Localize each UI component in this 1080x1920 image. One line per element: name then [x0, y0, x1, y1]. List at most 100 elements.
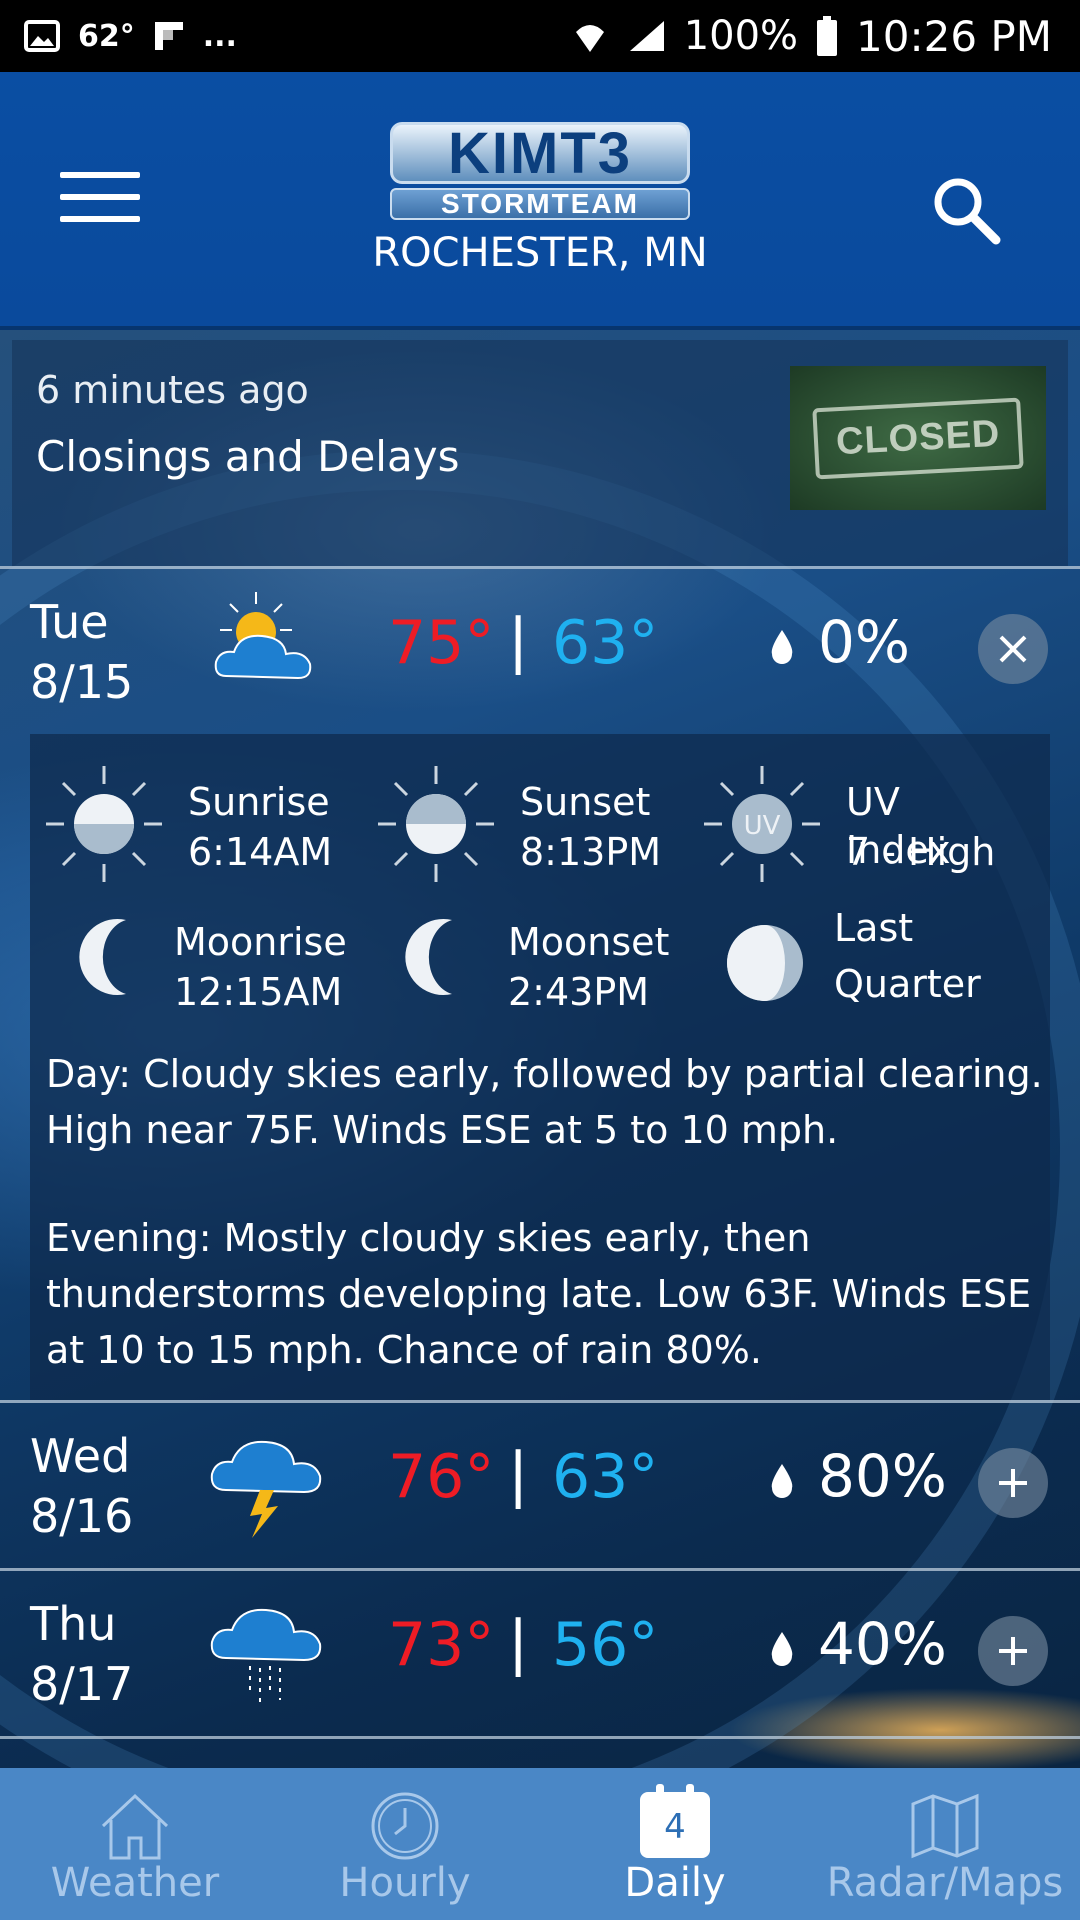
rain-cloud-icon: [210, 1608, 322, 1704]
news-title: Closings and Delays: [36, 432, 460, 481]
day-date: 8/15: [30, 655, 134, 709]
nav-radar-label: Radar/Maps: [826, 1860, 1064, 1906]
temp-high: 73°: [388, 1610, 495, 1680]
day-details-panel: Sunrise 6:14AM Sunset 8:13PM UV UV Index…: [30, 734, 1050, 1400]
expand-button[interactable]: [978, 1448, 1048, 1518]
nav-weather-label: Weather: [50, 1860, 220, 1906]
menu-button[interactable]: [60, 172, 140, 232]
sunrise-value: 6:14AM: [188, 830, 333, 874]
close-icon: [999, 635, 1027, 663]
day-date: 8/16: [30, 1489, 134, 1543]
temp-high: 76°: [388, 1442, 495, 1512]
moon-phase-value: Quarter: [834, 962, 981, 1006]
closed-stamp: CLOSED: [812, 397, 1024, 479]
evening-forecast-text: Evening: Mostly cloudy skies early, then…: [46, 1216, 1032, 1372]
plus-icon: [999, 1469, 1027, 1497]
sunrise-label: Sunrise: [188, 780, 330, 824]
map-icon: [911, 1793, 979, 1859]
menu-icon-bar: [60, 216, 140, 222]
status-temperature: 62°: [78, 18, 135, 54]
raindrop-icon: [771, 1632, 793, 1666]
house-icon: [101, 1793, 169, 1860]
temp-low: 63°: [552, 608, 659, 678]
moonset-icon: [405, 919, 452, 995]
sunset-item: Sunset 8:13PM: [376, 764, 676, 882]
battery-icon: [817, 16, 838, 56]
battery-percent: 100%: [683, 13, 799, 59]
nav-hourly[interactable]: Hourly: [270, 1768, 540, 1920]
logo-sub: STORMTEAM: [390, 188, 690, 220]
sunset-label: Sunset: [520, 780, 651, 824]
status-left: 62° ...: [24, 19, 237, 54]
search-icon: [934, 178, 1001, 245]
raindrop-icon: [771, 1464, 793, 1498]
status-time: 10:26 PM: [856, 11, 1052, 61]
last-quarter-moon-icon: [727, 925, 803, 1001]
calendar-icon: 4: [640, 1784, 710, 1858]
news-thumbnail: CLOSED: [790, 366, 1046, 510]
day-name: Wed: [30, 1429, 131, 1483]
partly-sunny-icon: [214, 592, 312, 680]
day-name: Tue: [30, 595, 109, 649]
menu-icon: [60, 172, 140, 178]
precip-chance: 40%: [818, 1610, 947, 1678]
nav-weather[interactable]: Weather: [0, 1768, 270, 1920]
flipboard-icon: [154, 22, 183, 50]
precip-chance: 80%: [818, 1442, 947, 1510]
day-name: Thu: [30, 1597, 117, 1651]
temp-separator: |: [508, 1608, 529, 1678]
raindrop-icon: [771, 630, 793, 664]
moonrise-icon: [79, 919, 126, 995]
nav-daily-label: Daily: [624, 1860, 726, 1906]
wifi-icon: [575, 25, 604, 52]
status-bar: 62° ... 100% 10:26 PM: [0, 0, 1080, 72]
moon-phase-label: Last: [834, 906, 914, 950]
bottom-nav: Weather Hourly 4 Daily Radar/Maps: [0, 1768, 1080, 1920]
moonrise-label: Moonrise: [174, 920, 347, 964]
status-more: ...: [202, 18, 237, 54]
app-header: KIMT3 STORMTEAM ROCHESTER, MN: [0, 72, 1080, 330]
image-icon: [24, 20, 60, 52]
nav-radar[interactable]: Radar/Maps: [810, 1768, 1080, 1920]
location-label: ROCHESTER, MN: [372, 230, 708, 276]
temp-low: 63°: [552, 1442, 659, 1512]
collapse-button[interactable]: [978, 614, 1048, 684]
uv-value: 7 - High: [846, 830, 996, 874]
day-row-tue[interactable]: Tue 8/15 75° | 63° 0%: [0, 570, 1080, 734]
divider: [0, 566, 1080, 569]
moonrise-item: Moonrise 12:15AM: [60, 904, 360, 1014]
sunset-icon: [378, 766, 494, 882]
clock-icon: [371, 1792, 439, 1860]
sunset-value: 8:13PM: [520, 830, 662, 874]
day-date: 8/17: [30, 1657, 134, 1711]
divider: [0, 1400, 1080, 1403]
temp-low: 56°: [552, 1610, 659, 1680]
divider: [0, 1568, 1080, 1571]
temp-separator: |: [508, 1440, 529, 1510]
moonset-label: Moonset: [508, 920, 670, 964]
moonrise-value: 12:15AM: [174, 970, 343, 1014]
news-time: 6 minutes ago: [36, 368, 309, 412]
nav-hourly-label: Hourly: [339, 1860, 471, 1906]
station-logo: KIMT3 STORMTEAM: [390, 122, 690, 226]
temp-separator: |: [508, 606, 529, 676]
day-row-wed[interactable]: Wed 8/16 76° | 63° 80%: [0, 1404, 1080, 1568]
signal-icon: [629, 21, 664, 51]
moonset-item: Moonset 2:43PM: [394, 904, 694, 1014]
thunderstorm-icon: [210, 1440, 322, 1538]
day-forecast-text: Day: Cloudy skies early, followed by par…: [46, 1052, 1043, 1152]
menu-icon-bar: [60, 194, 140, 200]
day-row-thu[interactable]: Thu 8/17 73° | 56° 40%: [0, 1572, 1080, 1736]
plus-icon: [999, 1637, 1027, 1665]
status-right: 100% 10:26 PM: [570, 12, 1052, 61]
nav-daily[interactable]: 4 Daily: [540, 1768, 810, 1920]
temp-high: 75°: [388, 608, 495, 678]
uv-index-item: UV UV Index 7 - High: [702, 764, 1002, 882]
moon-phase-item: Last Quarter: [720, 904, 1020, 1014]
sunrise-icon: [46, 766, 162, 882]
expand-button[interactable]: [978, 1616, 1048, 1686]
search-button[interactable]: [928, 172, 1004, 248]
news-card[interactable]: 6 minutes ago Closings and Delays CLOSED: [12, 340, 1068, 566]
sunrise-item: Sunrise 6:14AM: [44, 764, 344, 882]
uv-icon-text: UV: [744, 811, 781, 841]
